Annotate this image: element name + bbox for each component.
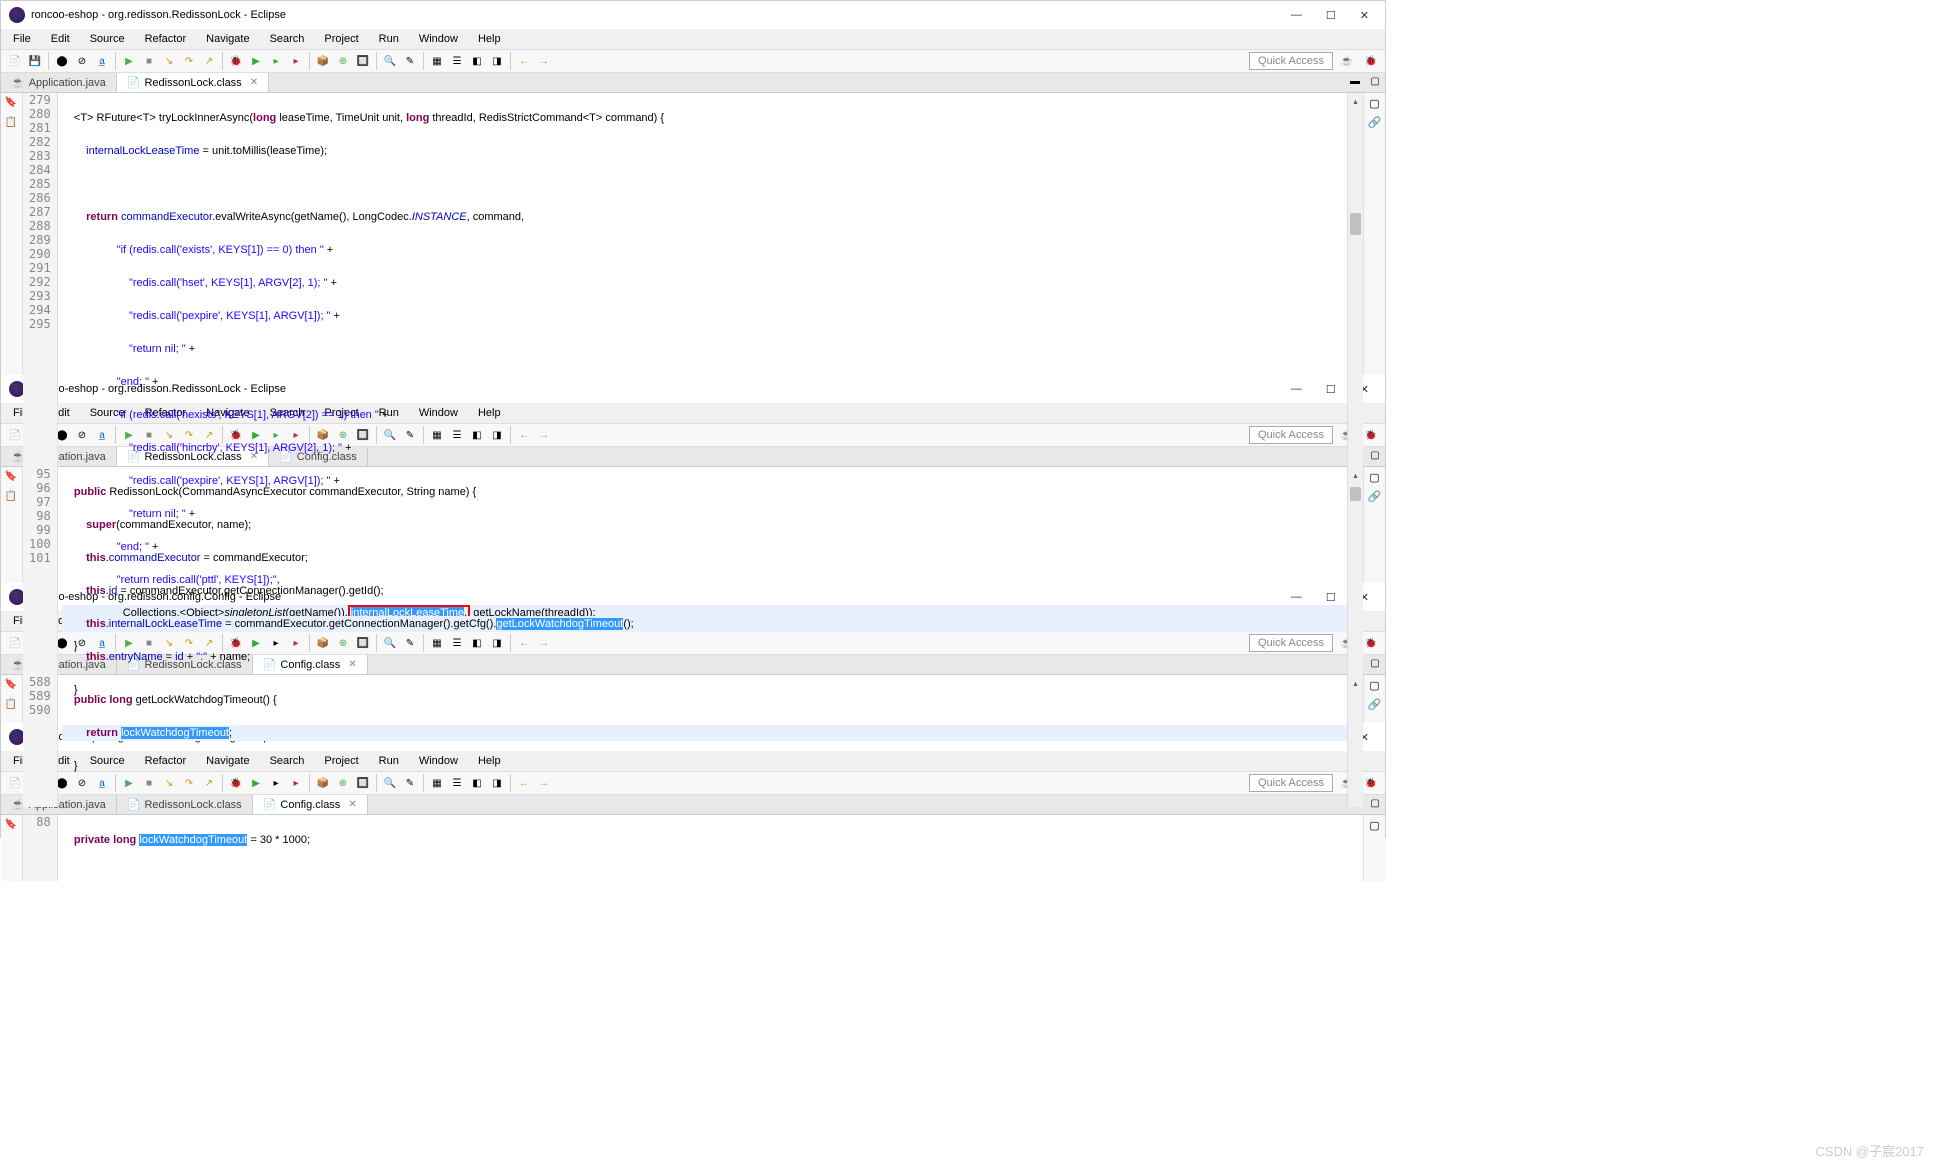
new-icon[interactable]: 📄 [7, 427, 23, 443]
resume-icon[interactable]: ▶ [121, 53, 137, 69]
back-icon[interactable]: ← [516, 53, 532, 69]
persp-debug-icon[interactable]: 🐞 [1363, 427, 1379, 443]
new-icon[interactable]: 📄 [7, 635, 23, 651]
titlebar[interactable]: roncoo-eshop - org.redisson.RedissonLock… [1, 1, 1385, 29]
step-over-icon[interactable]: ↷ [181, 53, 197, 69]
editor-area: 🔖 88 private long lockWatchdogTimeout = … [1, 815, 1385, 881]
minimize-button[interactable]: — [1291, 9, 1302, 22]
max-icon[interactable]: ▢ [1367, 655, 1383, 671]
eclipse-icon [9, 7, 25, 23]
tab-application[interactable]: ☕Application.java [1, 73, 117, 92]
selected-token: lockWatchdogTimeout [121, 727, 229, 739]
marker-icon[interactable]: 🔖 [5, 471, 19, 485]
menu-window[interactable]: Window [411, 31, 466, 47]
marker-icon[interactable]: ▢ [1369, 471, 1379, 484]
step-return-icon[interactable]: ↗ [201, 53, 217, 69]
perspective-debug-icon[interactable]: 🐞 [1363, 53, 1379, 69]
menu-file[interactable]: File [5, 31, 39, 47]
menu-refactor[interactable]: Refactor [137, 31, 195, 47]
run-icon[interactable]: ▶ [248, 53, 264, 69]
max-icon[interactable]: ▢ [1367, 795, 1383, 811]
new-class-icon[interactable]: ⊕ [335, 53, 351, 69]
selected-token: getLockWatchdogTimeout [496, 618, 623, 630]
maximize-button[interactable]: ☐ [1326, 9, 1336, 22]
outline-icon[interactable]: ☰ [449, 53, 465, 69]
code-content[interactable]: private long lockWatchdogTimeout = 30 * … [58, 815, 1363, 881]
menu-search[interactable]: Search [262, 31, 313, 47]
skip-breakpoints-icon[interactable]: ⊘ [74, 53, 90, 69]
task-marker-icon[interactable]: 📋 [5, 117, 19, 131]
java-file-icon: ☕ [11, 76, 25, 89]
right-ruler: ▢ [1363, 815, 1385, 881]
vertical-scrollbar[interactable]: ▴ [1347, 675, 1363, 807]
quick-access-input[interactable]: Quick Access [1249, 52, 1333, 70]
link-icon[interactable]: 🔗 [1368, 490, 1382, 503]
step-into-icon[interactable]: ↘ [161, 53, 177, 69]
m1-icon[interactable]: 🔖 [5, 679, 19, 693]
search-icon[interactable]: 🔍 [382, 53, 398, 69]
marker2-icon[interactable]: 📋 [5, 491, 19, 505]
m-icon[interactable]: ▢ [1369, 679, 1379, 692]
menu-navigate[interactable]: Navigate [198, 31, 257, 47]
minimize-editor-icon[interactable]: ▬ [1347, 73, 1363, 89]
task-icon[interactable]: ✎ [402, 53, 418, 69]
line-numbers: 88 [23, 815, 58, 881]
pd-icon[interactable]: 🐞 [1363, 775, 1379, 791]
menu-source[interactable]: Source [82, 31, 133, 47]
save-icon[interactable]: 💾 [27, 53, 43, 69]
link-icon[interactable]: 🔗 [1368, 116, 1382, 129]
outline-marker-icon[interactable]: ▢ [1369, 97, 1379, 110]
selected-token: lockWatchdogTimeout [139, 834, 247, 846]
forward-icon[interactable]: → [536, 53, 552, 69]
pd-icon[interactable]: 🐞 [1363, 635, 1379, 651]
restore-view-icon[interactable]: ◨ [489, 53, 505, 69]
menu-help[interactable]: Help [470, 31, 509, 47]
window-controls: — ☐ ✕ [1291, 9, 1377, 22]
m2-icon[interactable]: 📋 [5, 699, 19, 713]
scroll-up-icon[interactable]: ▴ [1348, 467, 1363, 483]
scroll-up-icon[interactable]: ▴ [1348, 675, 1363, 691]
menubar: File Edit Source Refactor Navigate Searc… [1, 29, 1385, 50]
max-editor-icon[interactable]: ▢ [1367, 447, 1383, 463]
maximize-editor-icon[interactable]: ▢ [1367, 73, 1383, 89]
new-icon[interactable]: 📄 [7, 775, 23, 791]
window-title: roncoo-eshop - org.redisson.RedissonLock… [31, 9, 1291, 21]
menu-edit[interactable]: Edit [43, 31, 78, 47]
scroll-thumb[interactable] [1350, 487, 1361, 501]
breakpoint-icon[interactable]: ⬤ [54, 53, 70, 69]
open-type-icon[interactable]: 🔲 [355, 53, 371, 69]
scroll-thumb[interactable] [1350, 213, 1361, 235]
menu-project[interactable]: Project [316, 31, 366, 47]
minimize-view-icon[interactable]: ◧ [469, 53, 485, 69]
m-icon[interactable]: 🔖 [5, 819, 19, 833]
debug-icon[interactable]: 🐞 [228, 53, 244, 69]
watermark: CSDN @子宸2017 [1815, 1141, 1924, 1160]
toggle-icon[interactable]: ▦ [429, 53, 445, 69]
tab-redissonlock[interactable]: 📄RedissonLock.class✕ [117, 73, 269, 92]
terminate-icon[interactable]: ■ [141, 53, 157, 69]
class-file-icon: 📄 [127, 76, 141, 89]
close-tab-icon[interactable]: ✕ [250, 77, 258, 88]
bookmark-icon[interactable]: 🔖 [5, 97, 19, 111]
eclipse-window-1: roncoo-eshop - org.redisson.RedissonLock… [0, 0, 1386, 374]
l-icon[interactable]: 🔗 [1368, 698, 1382, 711]
perspective-java-icon[interactable]: ☕ [1339, 53, 1355, 69]
new-package-icon[interactable]: 📦 [315, 53, 331, 69]
m-icon[interactable]: ▢ [1369, 819, 1379, 832]
expression-icon[interactable]: a̲ [94, 53, 110, 69]
coverage-icon[interactable]: ▸ [268, 53, 284, 69]
line-numbers: 588 589 590 [23, 675, 58, 807]
toolbar: 📄 💾 ⬤ ⊘ a̲ ▶ ■ ↘ ↷ ↗ 🐞 ▶ ▸ ▸ 📦 ⊕ 🔲 🔍 ✎ ▦… [1, 50, 1385, 73]
new-icon[interactable]: 📄 [7, 53, 23, 69]
menu-run[interactable]: Run [371, 31, 407, 47]
scroll-up-icon[interactable]: ▴ [1348, 93, 1363, 109]
editor-area: 🔖 📋 588 589 590 public long getLockWatchd… [1, 675, 1385, 807]
ext-tools-icon[interactable]: ▸ [288, 53, 304, 69]
left-ruler: 🔖 [1, 815, 23, 881]
close-button[interactable]: ✕ [1360, 9, 1369, 22]
editor-tabs: ☕Application.java 📄RedissonLock.class✕ ▬… [1, 73, 1385, 93]
code-area[interactable]: 88 private long lockWatchdogTimeout = 30… [23, 815, 1363, 881]
code-content[interactable]: public long getLockWatchdogTimeout() { r… [58, 675, 1347, 807]
code-area[interactable]: 588 589 590 public long getLockWatchdogT… [23, 675, 1347, 807]
